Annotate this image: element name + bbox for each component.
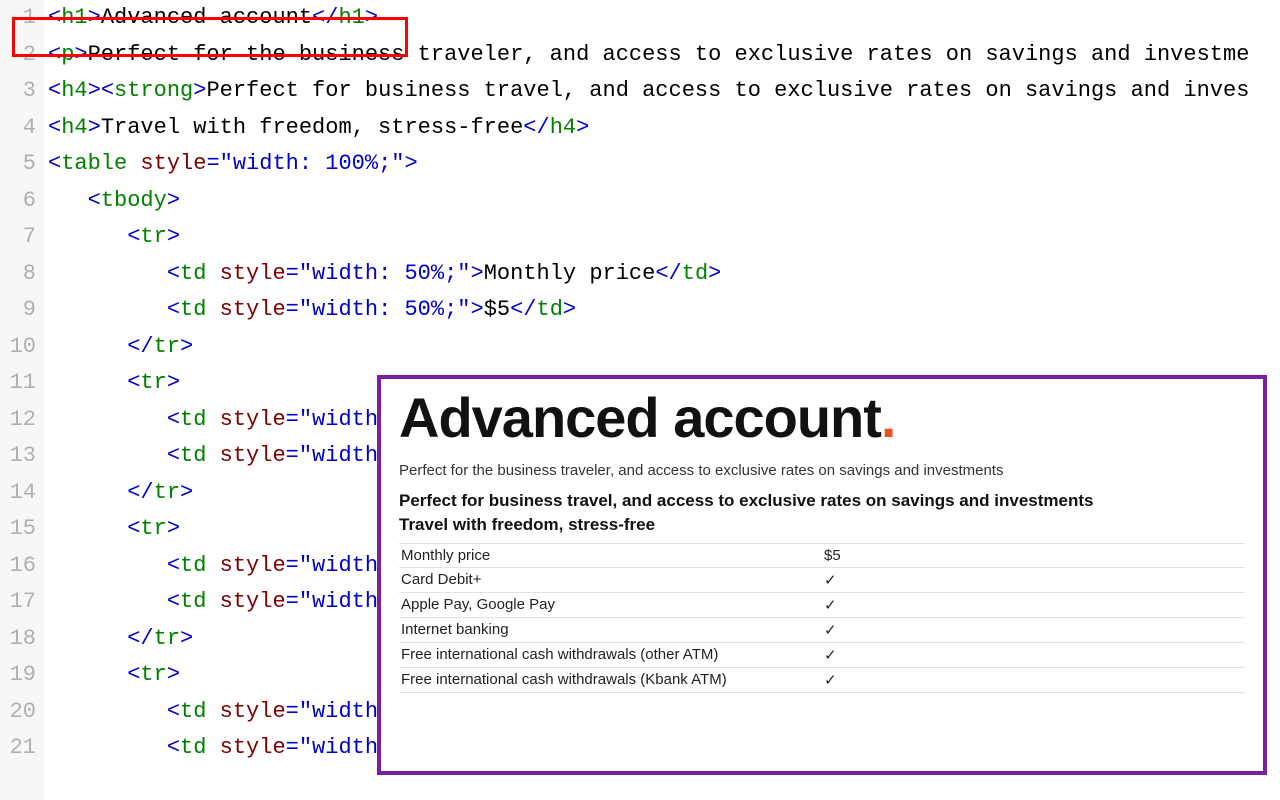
line-number: 15	[0, 511, 36, 548]
line-number: 12	[0, 402, 36, 439]
preview-heading-text: Advanced account	[399, 386, 881, 449]
preview-subheading-1: Perfect for business travel, and access …	[399, 491, 1245, 511]
feature-label: Free international cash withdrawals (oth…	[399, 642, 822, 667]
line-number: 19	[0, 657, 36, 694]
code-line[interactable]: <td style="width: 50%;">Monthly price</t…	[44, 256, 1280, 293]
feature-value: $5	[822, 543, 1245, 567]
line-number: 17	[0, 584, 36, 621]
preview-heading: Advanced account.	[399, 389, 1245, 448]
preview-lead: Perfect for the business traveler, and a…	[399, 462, 1245, 479]
table-row: Internet banking✓	[399, 617, 1245, 642]
table-row: Apple Pay, Google Pay✓	[399, 592, 1245, 617]
code-line[interactable]: <td style="width: 50%;">$5</td>	[44, 292, 1280, 329]
line-number: 21	[0, 730, 36, 767]
line-number: 4	[0, 110, 36, 147]
code-line[interactable]: </tr>	[44, 329, 1280, 366]
line-number: 20	[0, 694, 36, 731]
line-number: 2	[0, 37, 36, 74]
line-number: 8	[0, 256, 36, 293]
line-number: 1	[0, 0, 36, 37]
line-number-gutter: 123456789101112131415161718192021	[0, 0, 44, 800]
line-number: 16	[0, 548, 36, 585]
line-number: 18	[0, 621, 36, 658]
feature-value: ✓	[822, 667, 1245, 692]
line-number: 5	[0, 146, 36, 183]
feature-label: Monthly price	[399, 543, 822, 567]
table-row: Monthly price$5	[399, 543, 1245, 567]
feature-value: ✓	[822, 592, 1245, 617]
table-row: Free international cash withdrawals (oth…	[399, 642, 1245, 667]
code-line[interactable]: <table style="width: 100%;">	[44, 146, 1280, 183]
line-number: 10	[0, 329, 36, 366]
feature-value: ✓	[822, 567, 1245, 592]
line-number: 7	[0, 219, 36, 256]
line-number: 3	[0, 73, 36, 110]
feature-label: Internet banking	[399, 617, 822, 642]
code-line[interactable]: <p>Perfect for the business traveler, an…	[44, 37, 1280, 74]
code-line[interactable]: <h4><strong>Perfect for business travel,…	[44, 73, 1280, 110]
line-number: 6	[0, 183, 36, 220]
feature-label: Card Debit+	[399, 567, 822, 592]
line-number: 11	[0, 365, 36, 402]
table-row: Free international cash withdrawals (Kba…	[399, 667, 1245, 692]
feature-value: ✓	[822, 642, 1245, 667]
code-line[interactable]: <tr>	[44, 219, 1280, 256]
preview-feature-table: Monthly price$5Card Debit+✓Apple Pay, Go…	[399, 543, 1245, 693]
rendered-preview-panel: Advanced account. Perfect for the busine…	[377, 375, 1267, 775]
preview-subheading-2: Travel with freedom, stress-free	[399, 515, 1245, 535]
code-line[interactable]: <h1>Advanced account</h1>	[44, 0, 1280, 37]
code-line[interactable]: <tbody>	[44, 183, 1280, 220]
line-number: 13	[0, 438, 36, 475]
line-number: 9	[0, 292, 36, 329]
feature-label: Apple Pay, Google Pay	[399, 592, 822, 617]
preview-heading-dot: .	[881, 386, 896, 449]
feature-label: Free international cash withdrawals (Kba…	[399, 667, 822, 692]
code-line[interactable]: <h4>Travel with freedom, stress-free</h4…	[44, 110, 1280, 147]
feature-value: ✓	[822, 617, 1245, 642]
line-number: 14	[0, 475, 36, 512]
table-row: Card Debit+✓	[399, 567, 1245, 592]
